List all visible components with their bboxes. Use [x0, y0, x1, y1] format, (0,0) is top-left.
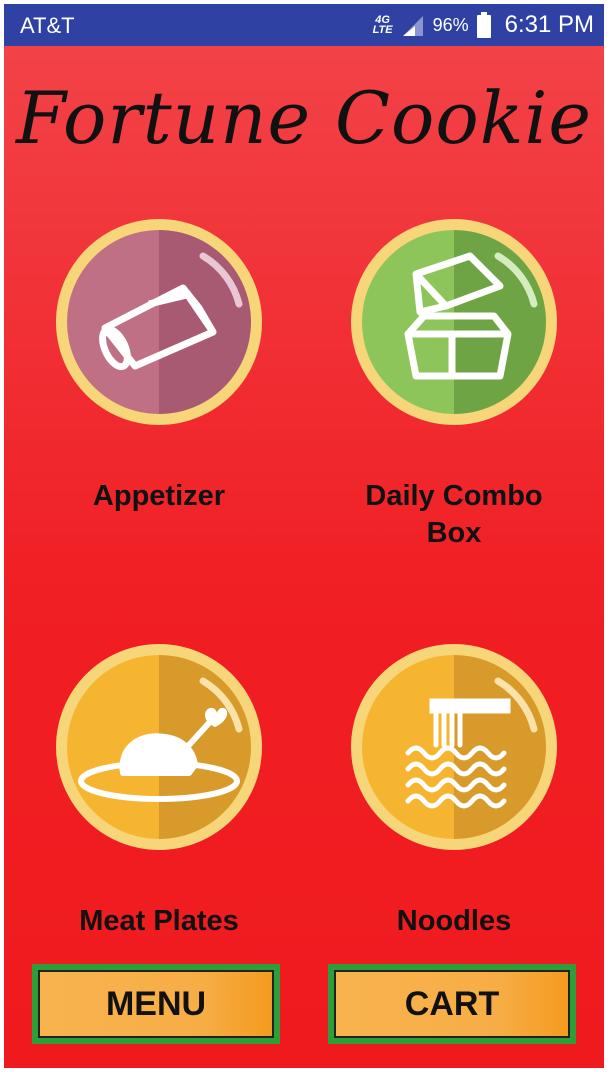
menu-button-label: MENU: [105, 984, 207, 1023]
app-screen: AT&T 4G LTE 96% 6:31 PM Fortune Cookie A…: [4, 4, 604, 1068]
category-noodles[interactable]: Noodles: [339, 641, 569, 940]
category-label: Noodles: [396, 905, 512, 937]
category-meat-plates[interactable]: Meat Plates: [44, 641, 274, 940]
battery-icon: [476, 12, 491, 38]
category-label: Meat Plates: [79, 905, 239, 937]
takeout-box-icon: [351, 219, 557, 425]
category-label: Appetizer: [92, 480, 226, 512]
egg-roll-icon: [56, 219, 262, 425]
roast-chicken-icon: [56, 644, 262, 850]
category-appetizer[interactable]: Appetizer: [44, 216, 274, 515]
menu-button[interactable]: MENU: [32, 964, 280, 1044]
network-type-icon: 4G LTE: [372, 15, 393, 36]
category-label-line1: Daily Combo: [365, 480, 543, 512]
carrier-name: AT&T: [20, 13, 75, 38]
battery-percentage: 96%: [432, 14, 469, 35]
status-bar: AT&T 4G LTE 96% 6:31 PM: [4, 4, 604, 46]
signal-icon: [402, 16, 423, 36]
network-subtype: LTE: [372, 24, 393, 36]
status-indicators: 4G LTE 96% 6:31 PM: [373, 11, 594, 39]
noodles-icon: [351, 644, 557, 850]
clock: 6:31 PM: [504, 11, 594, 38]
category-label-line2: Box: [426, 517, 482, 549]
cart-button[interactable]: CART: [328, 964, 576, 1044]
cart-button-label: CART: [404, 984, 500, 1023]
category-daily-combo-box[interactable]: Daily Combo Box: [339, 216, 569, 552]
app-title: Fortune Cookie: [15, 76, 592, 160]
